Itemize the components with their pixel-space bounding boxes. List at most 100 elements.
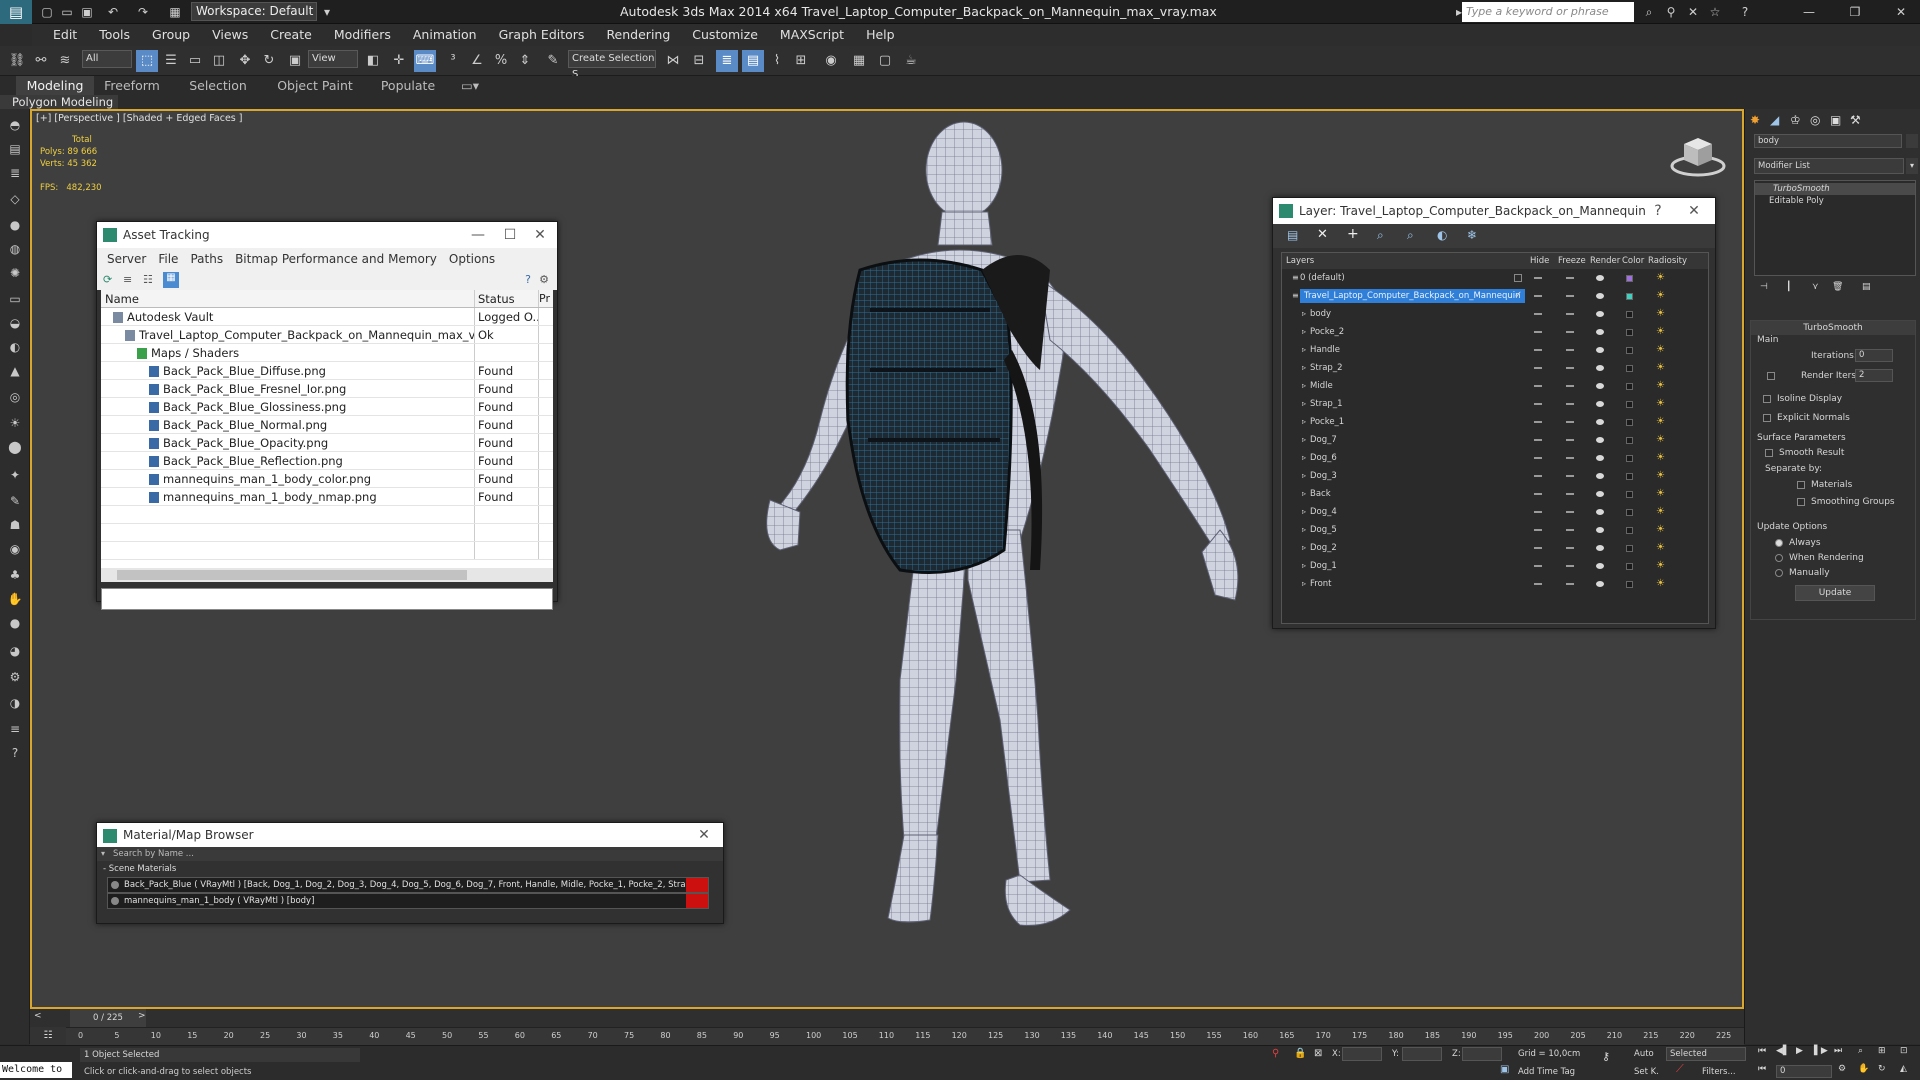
tools-icon[interactable]: ⚙ xyxy=(5,668,25,686)
hide-toggle[interactable] xyxy=(1534,493,1542,495)
radiosity-toggle-icon[interactable]: ☀ xyxy=(1656,381,1666,391)
bones-icon[interactable]: ▲ xyxy=(5,362,25,380)
save-file-icon[interactable]: ▣ xyxy=(78,3,96,21)
scene-materials-group[interactable]: - Scene Materials xyxy=(97,861,723,877)
move-icon[interactable]: ✥ xyxy=(234,50,256,72)
menu-maxscript[interactable]: MAXScript xyxy=(769,24,855,46)
lights-icon[interactable]: ✺ xyxy=(5,264,25,282)
asset-tracking-titlebar[interactable]: Asset Tracking — ☐ ✕ xyxy=(97,222,557,248)
make-unique-icon[interactable]: ⋎ xyxy=(1812,282,1819,292)
orbit-icon[interactable]: ↻ xyxy=(1878,1064,1886,1074)
sphere-shaded-icon[interactable]: ● xyxy=(5,614,25,632)
redo-icon[interactable]: ↷ xyxy=(134,3,152,21)
utilities-tab-icon[interactable]: ⚒ xyxy=(1850,113,1861,127)
selection-filter-dropdown[interactable]: All xyxy=(82,50,132,68)
curve-editor-icon[interactable]: ⌇ xyxy=(766,50,788,72)
geometry-icon[interactable]: ● xyxy=(5,216,25,234)
radiosity-toggle-icon[interactable]: ☀ xyxy=(1656,327,1666,337)
link-icon[interactable]: ⛓ xyxy=(6,50,28,72)
radiosity-toggle-icon[interactable]: ☀ xyxy=(1656,291,1666,301)
tab-freeform[interactable]: Freeform xyxy=(96,76,168,95)
add-time-tag-button[interactable]: Add Time Tag xyxy=(1518,1067,1575,1077)
layer-row[interactable]: ▹ Dog_3 ☀ xyxy=(1282,467,1708,485)
snaps-toggle-icon[interactable]: ³ xyxy=(442,50,464,72)
material-browser-titlebar[interactable]: Material/Map Browser ✕ xyxy=(97,823,723,847)
time-slider[interactable]: < 0 / 225 > xyxy=(30,1009,1744,1027)
freeze-col[interactable]: Freeze xyxy=(1558,253,1586,269)
show-end-result-icon[interactable]: ┃ xyxy=(1786,282,1791,292)
layer-row[interactable]: ▹ Dog_2 ☀ xyxy=(1282,539,1708,557)
layer-row[interactable]: ▹ Strap_2 ☀ xyxy=(1282,359,1708,377)
app-logo-icon[interactable]: ▤ xyxy=(0,0,32,24)
freeze-toggle[interactable] xyxy=(1566,511,1574,513)
delete-layer-icon[interactable]: ✕ xyxy=(1317,227,1328,242)
ribbon-options-icon[interactable]: ▭▾ xyxy=(456,76,484,95)
asset-row[interactable]: Travel_Laptop_Computer_Backpack_on_Manne… xyxy=(101,326,553,344)
smooth-result-checkbox[interactable] xyxy=(1765,449,1773,457)
spacewarps-icon[interactable]: ◐ xyxy=(5,338,25,356)
render-toggle-icon[interactable] xyxy=(1596,455,1604,461)
sun-icon[interactable]: ☀ xyxy=(5,414,25,432)
time-slider-thumb[interactable]: 0 / 225 xyxy=(70,1009,146,1027)
polygon-modeling-panel[interactable]: Polygon Modeling xyxy=(0,95,118,109)
menu-create[interactable]: Create xyxy=(259,24,323,46)
hide-toggle[interactable] xyxy=(1534,583,1542,585)
layer-dialog-titlebar[interactable]: Layer: Travel_Laptop_Computer_Backpack_o… xyxy=(1273,198,1715,224)
angle-snap-icon[interactable]: ∠ xyxy=(466,50,488,72)
open-file-icon[interactable]: ▭ xyxy=(58,3,76,21)
render-toggle-icon[interactable] xyxy=(1596,581,1604,587)
current-frame-field[interactable]: 0 xyxy=(1776,1065,1832,1078)
viewport-help-icon[interactable]: ? xyxy=(5,744,25,762)
layer-color-swatch[interactable] xyxy=(1626,383,1633,390)
x-coord-field[interactable] xyxy=(1342,1047,1382,1061)
schematic-view-icon[interactable]: ⊞ xyxy=(790,50,812,72)
layer-color-swatch[interactable] xyxy=(1626,293,1633,300)
hide-unhide-all-icon[interactable]: ◐ xyxy=(1437,228,1447,242)
radiosity-toggle-icon[interactable]: ☀ xyxy=(1656,309,1666,319)
hide-toggle[interactable] xyxy=(1534,511,1542,513)
mirror-icon[interactable]: ⋈ xyxy=(662,50,684,72)
current-layer-check-icon[interactable]: ✓ xyxy=(1514,287,1522,305)
freeze-toggle[interactable] xyxy=(1566,331,1574,333)
layer-explorer-icon[interactable]: ▤ xyxy=(5,140,25,158)
freeze-toggle[interactable] xyxy=(1566,295,1574,297)
rendered-frame-icon[interactable]: ▢ xyxy=(874,50,896,72)
radiosity-toggle-icon[interactable]: ☀ xyxy=(1656,543,1666,553)
turbosmooth-rollout-header[interactable]: TurboSmooth xyxy=(1751,321,1915,335)
asset-path-field[interactable] xyxy=(101,588,553,610)
table-view-icon[interactable]: ▦ xyxy=(163,272,179,288)
freeze-toggle[interactable] xyxy=(1566,583,1574,585)
asset-row[interactable]: Back_Pack_Blue_Fresnel_Ior.png Found xyxy=(101,380,553,398)
minimize-icon[interactable]: — xyxy=(1800,3,1818,21)
always-radio[interactable] xyxy=(1775,539,1783,547)
remove-modifier-icon[interactable]: 🗑 xyxy=(1832,282,1843,292)
asset-hscrollbar[interactable] xyxy=(101,568,553,582)
hide-toggle[interactable] xyxy=(1534,529,1542,531)
sphere-icon[interactable]: ⬤ xyxy=(5,438,25,456)
layer-color-swatch[interactable] xyxy=(1626,455,1633,462)
layer-row[interactable]: ▹ Pocke_1 ☀ xyxy=(1282,413,1708,431)
modifier-list-dropdown[interactable]: Modifier List xyxy=(1754,158,1904,174)
layer-row[interactable]: ▹ Back ☀ xyxy=(1282,485,1708,503)
list-view-icon[interactable]: ≡ xyxy=(123,273,137,287)
freeze-unfreeze-all-icon[interactable]: ❄ xyxy=(1467,228,1477,242)
asset-menu-bitmap[interactable]: Bitmap Performance and Memory xyxy=(229,248,443,270)
hide-toggle[interactable] xyxy=(1534,457,1542,459)
cameras-icon[interactable]: ▭ xyxy=(5,290,25,308)
col-name-header[interactable]: Name xyxy=(101,290,475,307)
next-key-icon[interactable]: ▌▶ xyxy=(1814,1046,1828,1056)
reference-coordinate-dropdown[interactable]: View xyxy=(308,50,358,68)
freeze-toggle[interactable] xyxy=(1566,349,1574,351)
asset-row[interactable]: Autodesk Vault Logged O... xyxy=(101,308,553,326)
layer-color-swatch[interactable] xyxy=(1626,365,1633,372)
layer-row[interactable]: ▹ Strap_1 ☀ xyxy=(1282,395,1708,413)
close-icon[interactable]: ✕ xyxy=(1892,3,1910,21)
pan-icon[interactable]: ✋ xyxy=(1858,1064,1869,1074)
asset-minimize-icon[interactable]: — xyxy=(463,222,493,248)
layer-manager-icon[interactable]: ≣ xyxy=(716,50,738,72)
layer-color-swatch[interactable] xyxy=(1626,473,1633,480)
active-layer-box[interactable] xyxy=(1514,274,1522,282)
zoom-icon[interactable]: ⌕ xyxy=(1858,1046,1863,1056)
layer-color-swatch[interactable] xyxy=(1626,491,1633,498)
foliage-icon[interactable]: ♣ xyxy=(5,566,25,584)
